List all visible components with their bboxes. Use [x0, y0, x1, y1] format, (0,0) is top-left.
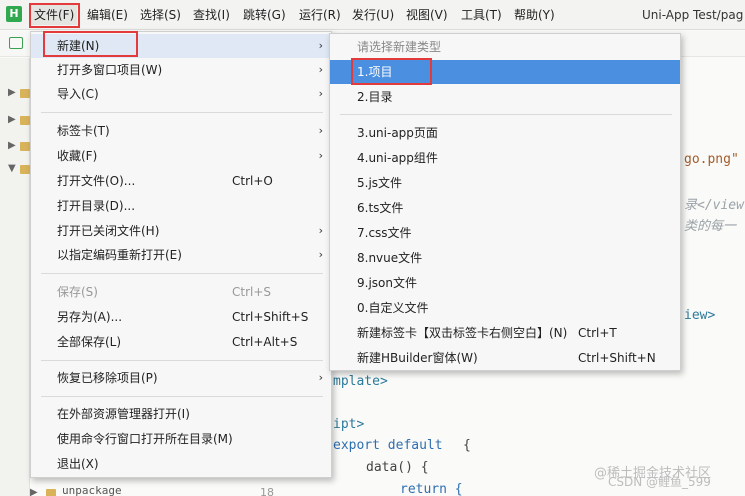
menu-item-reopen-encoding[interactable]: 以指定编码重新打开(E) ›	[31, 243, 331, 267]
chevron-right-icon: ›	[318, 248, 323, 261]
code-line: return {	[400, 482, 463, 496]
menu-item-save[interactable]: 保存(S) Ctrl+S	[31, 280, 331, 304]
chevron-right-icon[interactable]: ▶	[8, 140, 16, 151]
hbuilder-logo: H	[6, 6, 22, 22]
menu-item-restore-removed[interactable]: 恢复已移除项目(P) ›	[31, 366, 331, 390]
folder-icon	[20, 165, 30, 174]
submenu-header: 请选择新建类型	[357, 40, 442, 54]
code-line: data() {	[366, 460, 429, 475]
code-comment: 类的每一	[684, 219, 737, 234]
chevron-right-icon: ›	[318, 371, 323, 384]
menu-run[interactable]: 运行(R)	[296, 5, 344, 25]
chevron-right-icon: ›	[318, 39, 323, 52]
menu-item-open-directory[interactable]: 打开目录(D)...	[31, 194, 331, 218]
code-brace: {	[463, 438, 471, 453]
submenu-item-json-file[interactable]: 9.json文件	[330, 271, 680, 295]
menu-find[interactable]: 查找(I)	[190, 5, 233, 25]
menu-item-import[interactable]: 导入(C) ›	[31, 82, 331, 106]
menu-publish[interactable]: 发行(U)	[349, 5, 397, 25]
submenu-item-ts-file[interactable]: 6.ts文件	[330, 196, 680, 220]
submenu-item-nvue-file[interactable]: 8.nvue文件	[330, 246, 680, 270]
chevron-right-icon[interactable]: ▶	[8, 114, 16, 125]
menu-item-exit[interactable]: 退出(X)	[31, 452, 331, 476]
menu-separator	[41, 112, 323, 113]
submenu-item-custom-file[interactable]: 0.自定义文件	[330, 296, 680, 320]
menu-tools[interactable]: 工具(T)	[458, 5, 505, 25]
menu-item-open-in-explorer[interactable]: 在外部资源管理器打开(I)	[31, 402, 331, 426]
code-line: ipt>	[333, 417, 365, 432]
menu-item-save-as[interactable]: 另存为(A)... Ctrl+Shift+S	[31, 305, 331, 329]
menu-select[interactable]: 选择(S)	[137, 5, 184, 25]
folder-icon	[20, 89, 30, 98]
submenu-item-new-tab[interactable]: 新建标签卡【双击标签卡右侧空白】(N) Ctrl+T	[330, 321, 680, 345]
submenu-item-uniapp-component[interactable]: 4.uni-app组件	[330, 146, 680, 170]
menu-item-open-multiwindow[interactable]: 打开多窗口项目(W) ›	[31, 58, 331, 82]
chevron-right-icon: ›	[318, 224, 323, 237]
line-number: 18	[260, 486, 274, 496]
submenu-item-directory[interactable]: 2.目录	[330, 85, 680, 109]
chevron-right-icon: ›	[318, 87, 323, 100]
folder-icon	[20, 116, 30, 125]
new-submenu: 请选择新建类型 1.项目 2.目录 3.uni-app页面 4.uni-app组…	[329, 33, 681, 371]
tree-item-label[interactable]: unpackage	[62, 484, 122, 496]
menu-item-open-in-terminal[interactable]: 使用命令行窗口打开所在目录(M)	[31, 427, 331, 451]
code-comment: 录</view	[684, 198, 744, 213]
menu-item-new[interactable]: 新建(N) ›	[31, 34, 331, 58]
menu-bar: H 文件(F) 编辑(E) 选择(S) 查找(I) 跳转(G) 运行(R) 发行…	[0, 0, 745, 30]
chevron-right-icon: ›	[318, 63, 323, 76]
menu-separator	[41, 360, 323, 361]
menu-item-favorites[interactable]: 收藏(F) ›	[31, 144, 331, 168]
code-line: mplate>	[333, 374, 388, 389]
menu-item-open-closed-file[interactable]: 打开已关闭文件(H) ›	[31, 219, 331, 243]
file-menu: 新建(N) › 打开多窗口项目(W) › 导入(C) › 标签卡(T) › 收藏…	[30, 31, 332, 478]
menu-item-save-all[interactable]: 全部保存(L) Ctrl+Alt+S	[31, 330, 331, 354]
menu-separator	[340, 114, 672, 115]
folder-icon	[20, 142, 30, 151]
menu-goto[interactable]: 跳转(G)	[240, 5, 289, 25]
submenu-item-new-window[interactable]: 新建HBuilder窗体(W) Ctrl+Shift+N	[330, 346, 680, 370]
chevron-right-icon: ›	[318, 149, 323, 162]
menu-file[interactable]: 文件(F)	[31, 5, 78, 25]
menu-item-tabs[interactable]: 标签卡(T) ›	[31, 119, 331, 143]
watermark-csdn: CSDN @鲤鱼_599	[608, 475, 711, 489]
menu-help[interactable]: 帮助(Y)	[511, 5, 558, 25]
chevron-right-icon[interactable]: ▶	[30, 487, 38, 496]
chevron-right-icon[interactable]: ▶	[8, 87, 16, 98]
menu-separator	[41, 396, 323, 397]
code-line: iew>	[684, 308, 716, 323]
submenu-item-project[interactable]: 1.项目	[330, 60, 680, 84]
chevron-right-icon: ›	[318, 124, 323, 137]
window-title: Uni-App Test/pag	[642, 8, 744, 22]
menu-edit[interactable]: 编辑(E)	[84, 5, 131, 25]
folder-icon	[46, 489, 56, 496]
submenu-item-js-file[interactable]: 5.js文件	[330, 171, 680, 195]
editor-icon[interactable]	[9, 37, 23, 49]
code-keyword: export default	[333, 438, 443, 453]
menu-separator	[41, 273, 323, 274]
code-line: go.png"	[684, 152, 739, 167]
submenu-item-uniapp-page[interactable]: 3.uni-app页面	[330, 121, 680, 145]
menu-item-open-file[interactable]: 打开文件(O)... Ctrl+O	[31, 169, 331, 193]
chevron-down-icon[interactable]: ▼	[8, 163, 16, 174]
submenu-item-css-file[interactable]: 7.css文件	[330, 221, 680, 245]
menu-view[interactable]: 视图(V)	[403, 5, 451, 25]
